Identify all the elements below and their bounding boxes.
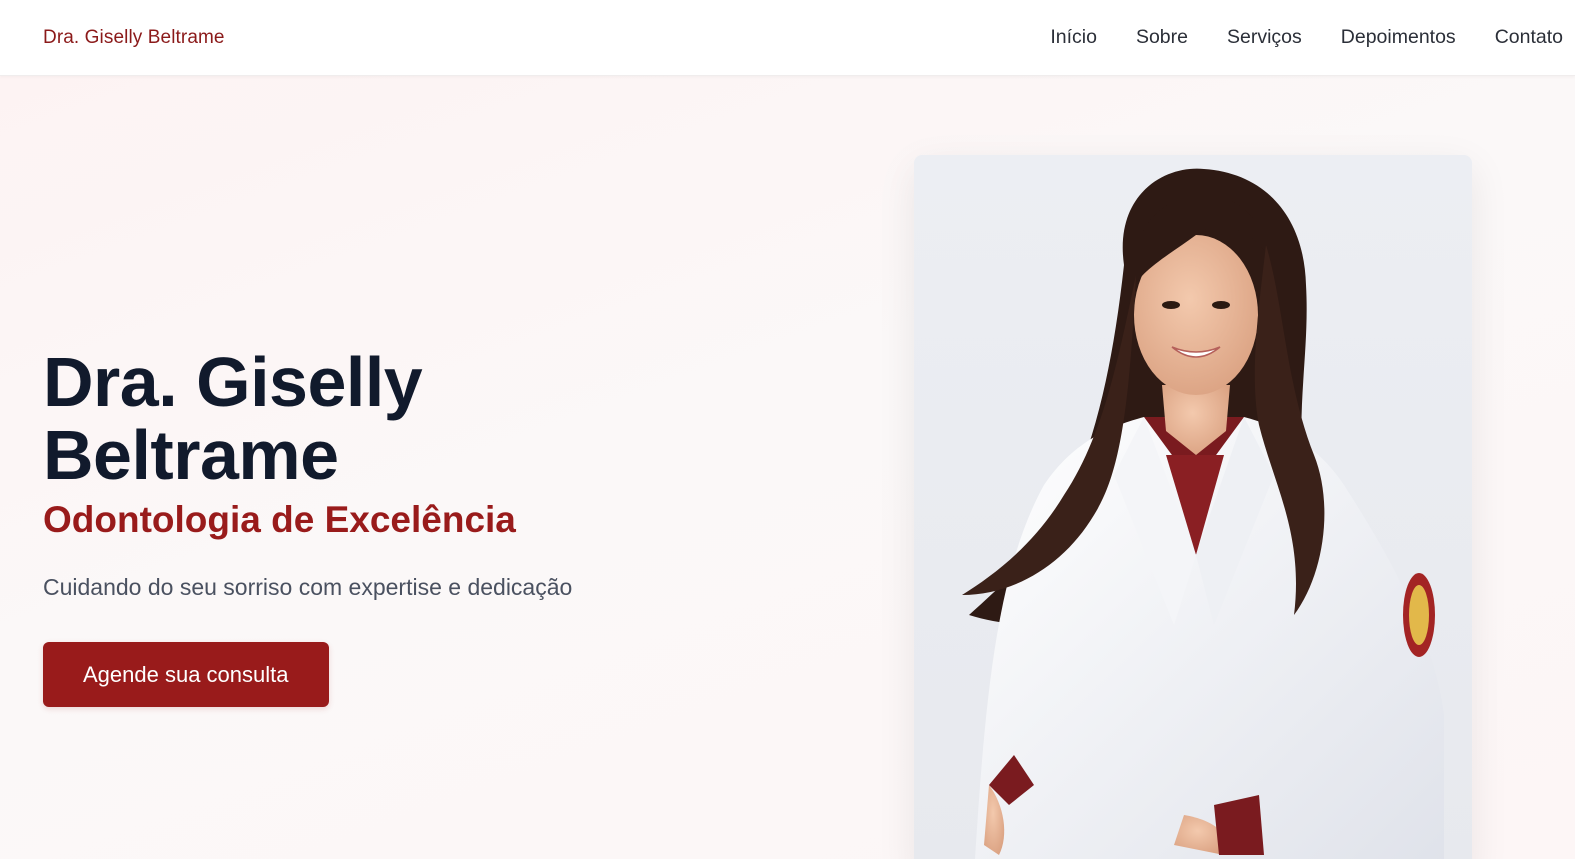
nav-link-depoimentos[interactable]: Depoimentos (1341, 26, 1456, 49)
hero-section: Dra. Giselly Beltrame Odontologia de Exc… (0, 76, 1575, 859)
portrait-illustration (962, 168, 1444, 859)
schedule-appointment-button[interactable]: Agende sua consulta (43, 642, 329, 707)
nav-link-sobre[interactable]: Sobre (1136, 26, 1188, 49)
hero-title-line2: Beltrame (43, 416, 339, 494)
hero-title-line1: Dra. Giselly (43, 343, 423, 421)
navbar: Dra. Giselly Beltrame Início Sobre Servi… (0, 0, 1575, 76)
nav-link-servicos[interactable]: Serviços (1227, 26, 1302, 49)
doctor-portrait-photo (914, 155, 1472, 859)
brand-logo-link[interactable]: Dra. Giselly Beltrame (43, 27, 225, 49)
main-nav: Início Sobre Serviços Depoimentos Contat… (1050, 26, 1563, 49)
nav-link-contato[interactable]: Contato (1495, 26, 1563, 49)
hero-subtitle: Odontologia de Excelência (43, 499, 516, 540)
hero-description: Cuidando do seu sorriso com expertise e … (43, 574, 573, 600)
nav-link-inicio[interactable]: Início (1050, 26, 1097, 49)
hero-title: Dra. Giselly Beltrame (43, 346, 683, 492)
hero-text-block: Dra. Giselly Beltrame Odontologia de Exc… (43, 346, 683, 707)
